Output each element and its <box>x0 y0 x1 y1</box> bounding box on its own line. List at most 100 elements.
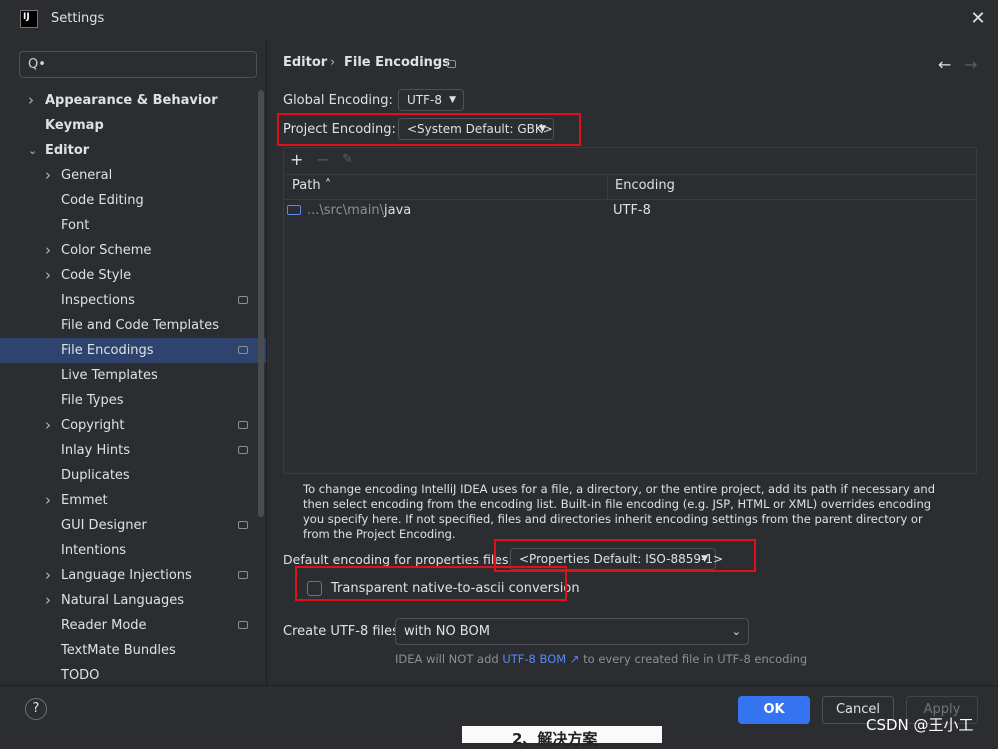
sidebar-item-label: Live Templates <box>61 368 158 383</box>
encoding-help-text: To change encoding IntelliJ IDEA uses fo… <box>303 482 936 541</box>
sidebar-item-label: File Encodings <box>61 343 154 358</box>
highlight-box-project-encoding <box>277 113 581 146</box>
project-scope-icon <box>447 60 456 68</box>
sidebar-item-label: Natural Languages <box>61 593 185 608</box>
settings-search-input[interactable]: Q• <box>19 51 257 78</box>
sidebar-item[interactable]: › Appearance & Behavior <box>0 88 266 113</box>
sidebar-item[interactable]: TODO <box>0 663 266 685</box>
column-header-path[interactable]: Path ˄ <box>292 178 331 193</box>
bom-hint-suffix: to every created file in UTF-8 encoding <box>583 652 808 666</box>
sidebar-item[interactable]: File Types <box>0 388 266 413</box>
sidebar-item-label: GUI Designer <box>61 518 147 533</box>
sidebar-item[interactable]: ⌄ Editor <box>0 138 266 163</box>
chevron-right-icon[interactable]: › <box>45 563 51 588</box>
sidebar-item[interactable]: Inspections <box>0 288 266 313</box>
folder-icon <box>287 205 301 215</box>
chevron-down-icon: ⌄ <box>731 625 741 638</box>
table-row[interactable]: ...\src\main\java UTF-8 <box>284 199 976 223</box>
chevron-right-icon[interactable]: › <box>45 413 51 438</box>
sidebar-item-label: TODO <box>61 668 100 683</box>
edit-icon[interactable]: ✎ <box>342 152 353 167</box>
background-page-text: 2、解决方案 <box>512 730 598 748</box>
column-divider <box>607 175 608 199</box>
sidebar-item[interactable]: GUI Designer <box>0 513 266 538</box>
bom-hint: IDEA will NOT add UTF-8 BOM ↗ to every c… <box>395 652 807 666</box>
intellij-logo-icon: IJ <box>20 10 38 28</box>
csdn-watermark: CSDN @王小工 <box>866 716 974 734</box>
breadcrumb-current: File Encodings <box>344 55 450 70</box>
project-scope-icon <box>238 571 248 579</box>
breadcrumb-parent[interactable]: Editor <box>283 55 327 70</box>
sidebar-item[interactable]: › Emmet <box>0 488 266 513</box>
utf8-bom-link[interactable]: UTF-8 BOM ↗ <box>502 652 579 666</box>
project-scope-icon <box>238 421 248 429</box>
chevron-right-icon[interactable]: › <box>45 238 51 263</box>
ok-button[interactable]: OK <box>738 696 810 724</box>
table-header: Path ˄ Encoding <box>284 174 976 200</box>
sidebar-item-label: Intentions <box>61 543 127 558</box>
create-utf8-label: Create UTF-8 files: <box>283 624 404 639</box>
sidebar-item-label: Reader Mode <box>61 618 147 633</box>
sidebar-item[interactable]: › General <box>0 163 266 188</box>
sidebar-scrollbar[interactable] <box>258 90 264 517</box>
row-path-tail: java <box>384 203 412 218</box>
chevron-right-icon[interactable]: › <box>28 88 34 113</box>
sidebar-item-label: Color Scheme <box>61 243 152 258</box>
title-bar: IJ Settings ✕ <box>0 0 998 40</box>
sidebar-item[interactable]: Inlay Hints <box>0 438 266 463</box>
sidebar-item[interactable]: TextMate Bundles <box>0 638 266 663</box>
sidebar-item[interactable]: Duplicates <box>0 463 266 488</box>
chevron-right-icon[interactable]: › <box>45 263 51 288</box>
project-scope-icon <box>238 346 248 354</box>
sidebar-item[interactable]: Reader Mode <box>0 613 266 638</box>
help-button[interactable]: ? <box>25 698 47 720</box>
create-utf8-value: with NO BOM <box>404 624 490 639</box>
project-scope-icon <box>238 446 248 454</box>
sidebar-item-label: Keymap <box>45 118 104 133</box>
sidebar-item[interactable]: Keymap <box>0 113 266 138</box>
bom-hint-prefix: IDEA will NOT add <box>395 652 499 666</box>
remove-icon[interactable]: − <box>316 150 329 169</box>
sidebar-item[interactable]: › Color Scheme <box>0 238 266 263</box>
chevron-down-icon[interactable]: ⌄ <box>28 138 37 163</box>
row-path-prefix: ...\src\main\ <box>307 203 384 218</box>
chevron-right-icon[interactable]: › <box>45 588 51 613</box>
sidebar-item-label: Emmet <box>61 493 108 508</box>
dropdown-arrow-icon: ▼ <box>449 95 456 105</box>
add-icon[interactable]: + <box>290 150 303 169</box>
row-encoding[interactable]: UTF-8 <box>613 203 651 218</box>
encoding-mappings-table: + − ✎ Path ˄ Encoding ...\src\main\java … <box>283 147 977 474</box>
search-icon: Q• <box>28 57 46 72</box>
close-icon[interactable]: ✕ <box>968 9 988 29</box>
settings-content: Editor › File Encodings ← → Global Encod… <box>267 40 998 685</box>
column-header-encoding[interactable]: Encoding <box>615 178 675 193</box>
sidebar-item[interactable]: Font <box>0 213 266 238</box>
chevron-right-icon[interactable]: › <box>45 488 51 513</box>
sidebar-item-label: Editor <box>45 143 90 158</box>
sidebar-item[interactable]: › Language Injections <box>0 563 266 588</box>
chevron-right-icon[interactable]: › <box>45 163 51 188</box>
sidebar-item-label: Copyright <box>61 418 125 433</box>
sidebar-item[interactable]: File Encodings <box>0 338 266 363</box>
forward-arrow-icon[interactable]: → <box>964 55 977 74</box>
properties-encoding-label: Default encoding for properties files: <box>283 552 513 567</box>
settings-tree: › Appearance & Behavior Keymap ⌄ Editor › Gene… <box>0 88 266 685</box>
project-scope-icon <box>238 296 248 304</box>
window-title: Settings <box>51 11 105 26</box>
sidebar-item-label: Inlay Hints <box>61 443 130 458</box>
sidebar-item[interactable]: › Copyright <box>0 413 266 438</box>
dialog-footer: ? OK Cancel Apply 2、解决方案 CSDN @王小工 <box>0 685 998 748</box>
sidebar-item[interactable]: Code Editing <box>0 188 266 213</box>
global-encoding-select[interactable]: UTF-8 ▼ <box>398 89 464 111</box>
create-utf8-select[interactable]: with NO BOM ⌄ <box>395 618 749 645</box>
sidebar-item[interactable]: Intentions <box>0 538 266 563</box>
sidebar-item-label: TextMate Bundles <box>61 643 176 658</box>
settings-dialog: IJ Settings ✕ Q• › Appearance & Behavior K… <box>0 0 998 748</box>
sidebar-item[interactable]: Live Templates <box>0 363 266 388</box>
sidebar-item[interactable]: › Natural Languages <box>0 588 266 613</box>
settings-sidebar: Q• › Appearance & Behavior Keymap ⌄ Editor › G… <box>0 40 267 685</box>
project-scope-icon <box>238 521 248 529</box>
back-arrow-icon[interactable]: ← <box>938 55 951 74</box>
sidebar-item[interactable]: › Code Style <box>0 263 266 288</box>
sidebar-item[interactable]: File and Code Templates <box>0 313 266 338</box>
